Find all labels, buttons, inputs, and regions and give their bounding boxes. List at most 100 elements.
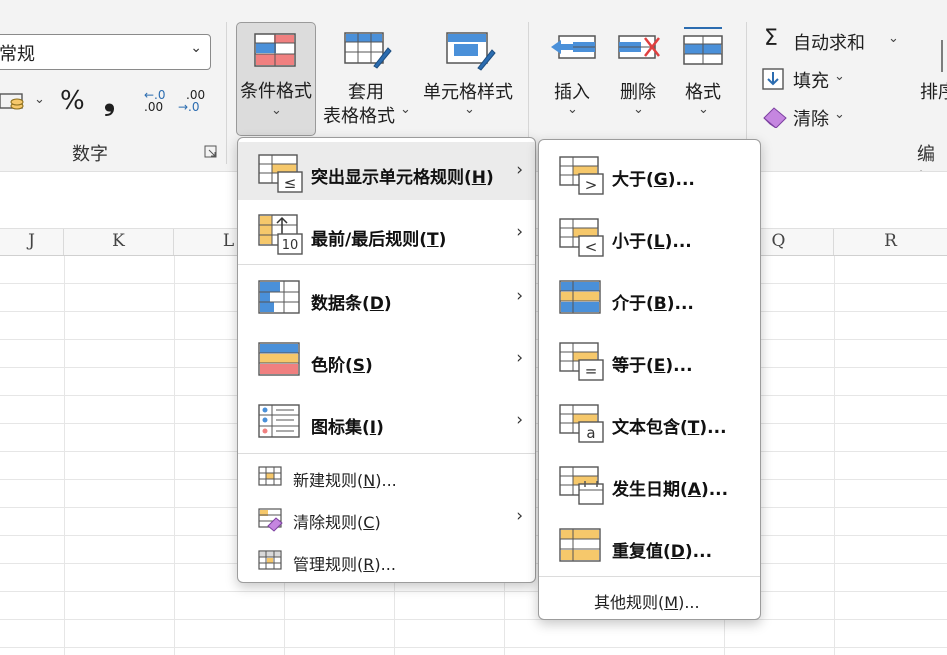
- text-contains-icon: a: [559, 404, 604, 443]
- submenu-item-label: 介于(B)...: [612, 294, 694, 314]
- menu-item-label: 数据条(D): [311, 294, 392, 314]
- submenu-item-label: 重复值(D)...: [612, 542, 713, 562]
- accounting-format-icon[interactable]: [0, 90, 30, 114]
- icon-sets-icon: [258, 404, 300, 438]
- number-group-label: 数字: [72, 144, 108, 165]
- insert-cells-button[interactable]: 插入 ⌄: [545, 22, 601, 132]
- chevron-down-icon: ⌄: [633, 102, 644, 117]
- chevron-down-icon: ⌄: [400, 102, 411, 117]
- chevron-right-icon: ›: [516, 348, 523, 368]
- chevron-down-icon: ⌄: [834, 69, 845, 84]
- cell-styles-button[interactable]: 单元格样式 ⌄: [420, 22, 518, 132]
- chevron-right-icon: ›: [516, 160, 523, 180]
- conditional-formatting-label: 条件格式: [240, 81, 312, 102]
- column-header[interactable]: R: [834, 229, 947, 255]
- chevron-down-icon[interactable]: ⌄: [34, 92, 45, 107]
- submenu-item-greater-than[interactable]: > 大于(G)...: [539, 144, 760, 202]
- cell-styles-icon: [446, 32, 496, 71]
- submenu-item-label: 大于(G)...: [612, 170, 695, 190]
- submenu-item-text-contains[interactable]: a 文本包含(T)...: [539, 392, 760, 450]
- menu-item-data-bars[interactable]: 数据条(D) ›: [238, 268, 535, 326]
- menu-item-label: 图标集(I): [311, 418, 384, 438]
- submenu-item-label: 发生日期(A)...: [612, 480, 729, 500]
- autosum-label: 自动求和: [793, 33, 865, 54]
- chevron-right-icon: ›: [516, 286, 523, 306]
- dialog-launcher-icon[interactable]: [204, 145, 218, 159]
- submenu-item-label: 其他规则(M)...: [594, 593, 700, 612]
- fill-button[interactable]: 填充 ⌄: [760, 66, 860, 92]
- greater-than-icon: >: [559, 156, 604, 195]
- submenu-item-more-rules[interactable]: 其他规则(M)...: [539, 582, 760, 618]
- fill-down-icon: [762, 68, 784, 90]
- manage-rules-icon: [258, 550, 282, 570]
- fill-label: 填充: [793, 71, 829, 92]
- comma-style-button[interactable]: ❟: [104, 84, 115, 118]
- menu-item-label: 清除规则(C): [293, 513, 381, 532]
- delete-label: 删除: [620, 82, 656, 103]
- equal-to-icon: =: [559, 342, 604, 381]
- menu-item-top-bottom-rules[interactable]: 10 最前/最后规则(T) ›: [238, 204, 535, 262]
- menu-item-manage-rules[interactable]: 管理规则(R)...: [238, 542, 535, 580]
- chevron-down-icon: ⌄: [190, 40, 202, 56]
- sort-icon: [941, 40, 943, 72]
- submenu-item-equal-to[interactable]: = 等于(E)...: [539, 330, 760, 388]
- chevron-down-icon: ⌄: [888, 31, 899, 46]
- conditional-formatting-button[interactable]: 条件格式 ⌄: [236, 22, 316, 136]
- increase-decimal-bottom: .00: [144, 100, 164, 114]
- autosum-button[interactable]: Σ 自动求和 ⌄: [760, 26, 910, 54]
- submenu-item-label: 等于(E)...: [612, 356, 693, 376]
- insert-cells-icon: [551, 35, 596, 59]
- menu-item-color-scales[interactable]: 色阶(S) ›: [238, 330, 535, 388]
- column-header[interactable]: K: [64, 229, 174, 255]
- insert-label: 插入: [554, 82, 590, 103]
- format-label: 格式: [685, 82, 721, 103]
- chevron-down-icon: ⌄: [834, 107, 845, 122]
- highlight-cells-icon: ≤: [258, 154, 303, 193]
- submenu-item-between[interactable]: 介于(B)...: [539, 268, 760, 326]
- submenu-item-date-occurring[interactable]: 发生日期(A)...: [539, 454, 760, 512]
- clear-label: 清除: [793, 109, 829, 130]
- submenu-item-less-than[interactable]: < 小于(L)...: [539, 206, 760, 264]
- color-scales-icon: [258, 342, 300, 376]
- increase-decimal-button[interactable]: ←.0 .00: [140, 88, 172, 118]
- format-as-table-line2: 表格格式: [323, 106, 395, 127]
- submenu-item-label: 小于(L)...: [612, 232, 692, 252]
- svg-text:a: a: [586, 424, 595, 442]
- percent-style-button[interactable]: %: [60, 86, 85, 116]
- menu-item-clear-rules[interactable]: 清除规则(C) ›: [238, 500, 535, 538]
- format-cells-icon: [683, 27, 723, 65]
- conditional-formatting-icon: [254, 33, 296, 67]
- clear-button[interactable]: 清除 ⌄: [760, 104, 860, 130]
- less-than-icon: <: [559, 218, 604, 257]
- chevron-down-icon: ⌄: [271, 103, 282, 118]
- decrease-decimal-button[interactable]: .00 →.0: [178, 88, 210, 118]
- chevron-right-icon: ›: [516, 506, 523, 526]
- sigma-icon: Σ: [764, 26, 778, 51]
- menu-item-label: 管理规则(R)...: [293, 555, 396, 574]
- menu-item-new-rule[interactable]: 新建规则(N)...: [238, 458, 535, 496]
- menu-item-icon-sets[interactable]: 图标集(I) ›: [238, 392, 535, 450]
- eraser-icon: [763, 107, 787, 128]
- svg-text:<: <: [585, 238, 598, 256]
- submenu-item-duplicate-values[interactable]: 重复值(D)...: [539, 516, 760, 574]
- delete-cells-icon: [618, 35, 660, 59]
- chevron-right-icon: ›: [516, 410, 523, 430]
- number-format-dropdown[interactable]: 常规 ⌄: [0, 34, 211, 70]
- menu-item-label: 突出显示单元格规则(H): [311, 168, 494, 188]
- data-bars-icon: [258, 280, 300, 314]
- format-cells-button[interactable]: 格式 ⌄: [676, 22, 732, 132]
- menu-separator: [238, 264, 535, 265]
- menu-separator: [539, 576, 760, 577]
- menu-item-highlight-cells-rules[interactable]: ≤ 突出显示单元格规则(H) ›: [238, 142, 535, 200]
- sort-filter-button[interactable]: 排序: [912, 28, 947, 138]
- delete-cells-button[interactable]: 删除 ⌄: [611, 22, 667, 132]
- column-header[interactable]: J: [0, 229, 64, 255]
- sort-label: 排序: [920, 82, 947, 103]
- clear-rules-icon: [258, 508, 283, 532]
- calendar-icon: [559, 466, 604, 505]
- group-divider: [226, 22, 227, 164]
- cell-styles-label: 单元格样式: [423, 82, 513, 103]
- menu-item-label: 色阶(S): [311, 356, 373, 376]
- chevron-down-icon: ⌄: [567, 102, 578, 117]
- format-as-table-button[interactable]: 套用 表格格式 ⌄: [320, 22, 412, 132]
